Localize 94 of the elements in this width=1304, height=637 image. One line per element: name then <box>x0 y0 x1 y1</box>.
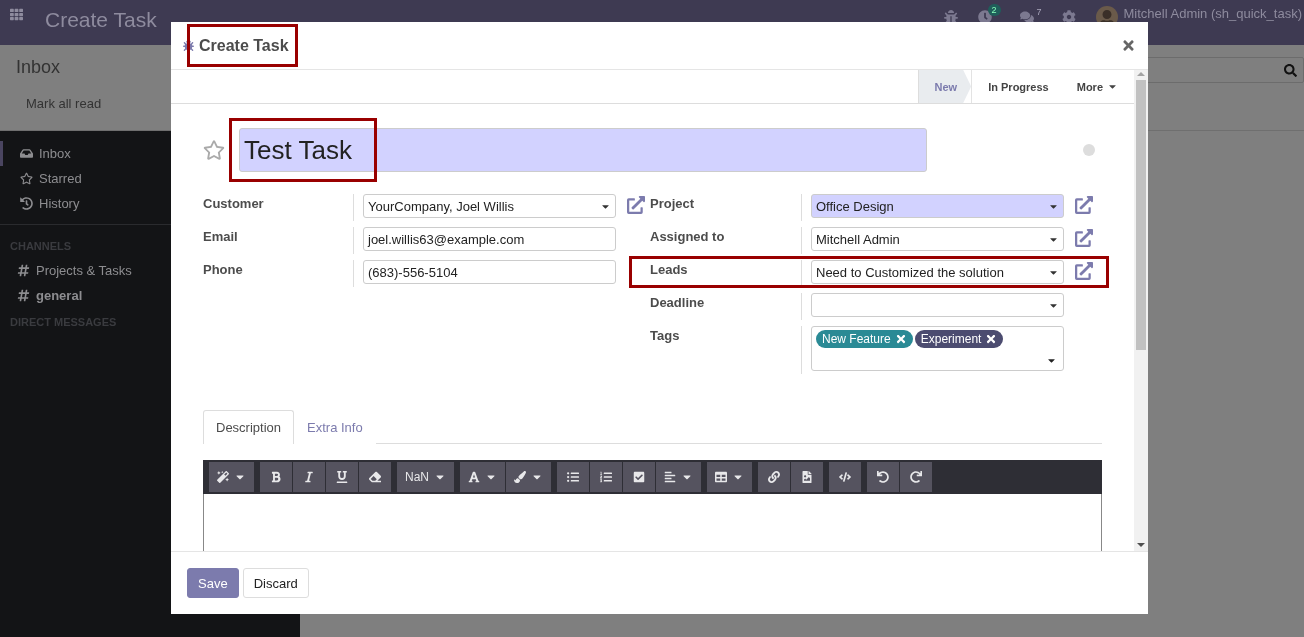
italic-icon <box>303 471 315 483</box>
font-icon <box>468 471 480 483</box>
font-color-button[interactable] <box>460 462 505 492</box>
task-name-field[interactable]: Test Task <box>239 128 927 172</box>
discard-button[interactable]: Discard <box>242 568 309 598</box>
external-link-icon[interactable] <box>1075 262 1093 280</box>
italic-button[interactable] <box>293 462 325 492</box>
bug-icon <box>183 40 194 51</box>
eraser-button[interactable] <box>359 462 391 492</box>
redo-button[interactable] <box>900 462 932 492</box>
bullet-list-button[interactable] <box>557 462 589 492</box>
field-label: Phone <box>203 261 244 279</box>
tags-field[interactable]: New Feature Experiment <box>811 326 1064 371</box>
star-outline-icon <box>203 139 225 161</box>
image-button[interactable] <box>791 462 823 492</box>
link-icon <box>768 471 780 483</box>
checklist-button[interactable] <box>623 462 655 492</box>
external-link-icon[interactable] <box>1075 196 1093 214</box>
undo-button[interactable] <box>867 462 899 492</box>
select-field[interactable]: Office Design <box>811 194 1064 218</box>
activity-count: 2 <box>987 4 1001 16</box>
field-label: Assigned to <box>650 228 726 246</box>
numbered-list-icon <box>600 471 612 483</box>
hashtag-icon <box>17 289 30 302</box>
input-field[interactable]: joel.willis63@example.com <box>363 227 616 251</box>
search-icon <box>1284 63 1297 77</box>
inbox-icon <box>20 147 33 160</box>
brush-icon <box>514 471 526 483</box>
apps-menu-icon <box>10 8 23 21</box>
history-icon <box>20 197 33 210</box>
input-field[interactable]: (683)-556-5104 <box>363 260 616 284</box>
select-field[interactable]: Need to Customized the solution <box>811 260 1064 284</box>
channel-label: Projects & Tasks <box>36 263 132 278</box>
bold-button[interactable] <box>260 462 292 492</box>
bold-icon <box>270 471 282 483</box>
channel-label: general <box>36 288 83 303</box>
tag: New Feature <box>816 330 913 348</box>
bug-icon <box>943 10 958 24</box>
code-view-button[interactable] <box>829 462 861 492</box>
scrollbar[interactable] <box>1134 70 1148 551</box>
style-button[interactable] <box>209 462 254 492</box>
tab[interactable]: Description <box>203 410 295 444</box>
close-icon <box>1121 38 1136 53</box>
align-button[interactable] <box>656 462 701 492</box>
link-button[interactable] <box>758 462 790 492</box>
hashtag-icon <box>17 264 30 277</box>
page-title: Inbox <box>16 57 62 78</box>
sidebar-label: History <box>39 196 80 211</box>
font-size-dropdown[interactable]: NaN <box>397 462 454 492</box>
scrollbar-thumb[interactable] <box>1136 80 1146 350</box>
magic-wand-icon <box>217 471 229 483</box>
align-left-icon <box>664 471 676 483</box>
field-label: Email <box>203 228 239 246</box>
field-label: Project <box>650 195 696 213</box>
remove-icon <box>985 333 998 345</box>
field-label: Leads <box>650 261 689 279</box>
select-field[interactable]: Mitchell Admin <box>811 227 1064 251</box>
checkbox-icon <box>633 471 645 483</box>
redo-icon <box>910 471 922 483</box>
field-label: Deadline <box>650 294 706 312</box>
sidebar-label: Starred <box>39 171 82 186</box>
channel-item[interactable]: general <box>0 283 300 308</box>
tag: Experiment <box>914 330 1004 348</box>
app-title: Create Task <box>45 8 157 32</box>
settings-icon <box>1061 10 1076 24</box>
table-icon <box>715 471 727 483</box>
image-icon <box>801 471 813 483</box>
star-icon[interactable] <box>203 139 225 161</box>
message-count: 7 <box>1036 7 1042 17</box>
select-field[interactable]: YourCompany, Joel Willis <box>363 194 616 218</box>
status-dot-icon[interactable] <box>1083 144 1095 156</box>
field-label: Tags <box>650 327 681 345</box>
eraser-icon <box>369 471 381 483</box>
sidebar-label: Inbox <box>39 146 71 161</box>
external-link-icon[interactable] <box>627 196 645 214</box>
save-button[interactable]: Save <box>187 568 239 598</box>
remove-icon <box>894 333 907 345</box>
select-field[interactable] <box>811 293 1064 317</box>
scroll-down-icon[interactable] <box>1137 543 1145 547</box>
star-icon <box>20 172 33 185</box>
chat-icon <box>1019 10 1034 24</box>
numbered-list-button[interactable] <box>590 462 622 492</box>
underline-icon <box>336 471 348 483</box>
more-button[interactable]: More <box>1062 70 1132 103</box>
brush-button[interactable] <box>506 462 551 492</box>
bullet-list-icon <box>567 471 579 483</box>
dialog-title: Create Task <box>199 36 289 55</box>
table-button[interactable] <box>707 462 752 492</box>
code-icon <box>839 471 851 483</box>
external-link-icon[interactable] <box>1075 229 1093 247</box>
undo-icon <box>877 471 889 483</box>
close-button[interactable] <box>1121 38 1136 53</box>
underline-button[interactable] <box>326 462 358 492</box>
field-label: Customer <box>203 195 265 213</box>
